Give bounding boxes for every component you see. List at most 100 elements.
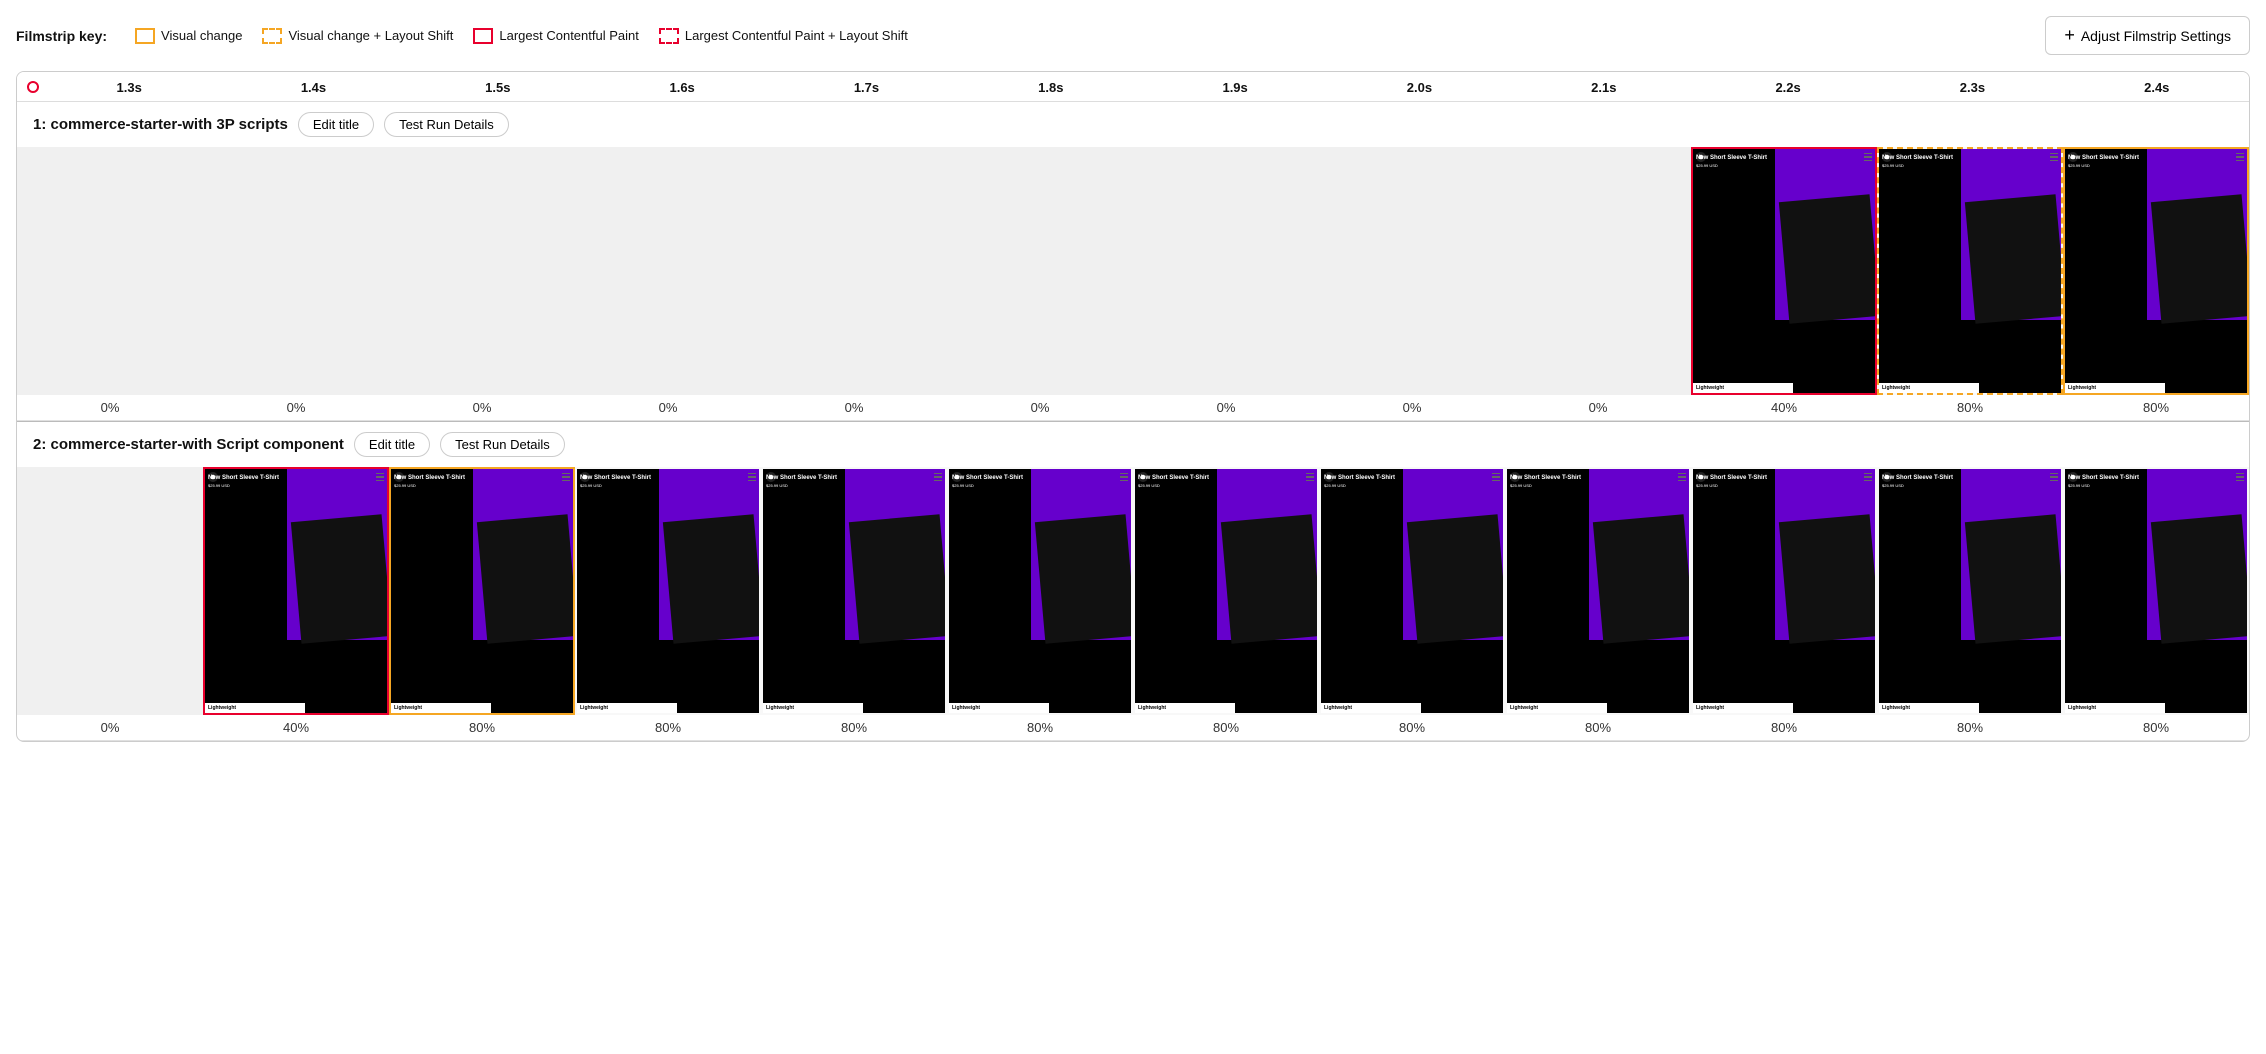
product-info-f2-7: New Short Sleeve T-Shirt $25.99 USD xyxy=(1135,473,1235,490)
product-card-f2-11: New Short Sleeve T-Shirt $25.99 USD Ligh… xyxy=(1879,469,2061,713)
product-price-f2-8: $25.99 USD xyxy=(1324,483,1418,488)
frame-cell-f1-8[interactable] xyxy=(1319,147,1505,395)
frame-cell-f1-9[interactable] xyxy=(1505,147,1691,395)
frame-cell-f2-2[interactable]: New Short Sleeve T-Shirt $25.99 USD Ligh… xyxy=(203,467,389,715)
product-price-f2-11: $25.99 USD xyxy=(1882,483,1976,488)
product-title-f2-4: New Short Sleeve T-Shirt xyxy=(580,475,674,482)
test-run-details-button-test-1[interactable]: Test Run Details xyxy=(384,112,509,137)
frame-cell-f2-9[interactable]: New Short Sleeve T-Shirt $25.99 USD Ligh… xyxy=(1505,467,1691,715)
product-card-f1-12: New Short Sleeve T-Shirt $25.99 USD Ligh… xyxy=(2065,149,2247,393)
product-shirt-img xyxy=(2151,514,2249,643)
frame-image-f2-5: New Short Sleeve T-Shirt $25.99 USD Ligh… xyxy=(761,467,947,715)
frame-image-f2-3: New Short Sleeve T-Shirt $25.99 USD Ligh… xyxy=(389,467,575,715)
product-info-f1-11: New Short Sleeve T-Shirt $25.99 USD xyxy=(1879,153,1979,170)
menu-line-2 xyxy=(1306,476,1314,478)
timeline-mark: 1.6s xyxy=(590,80,774,95)
menu-line-3 xyxy=(562,480,570,482)
frame-cell-f2-5[interactable]: New Short Sleeve T-Shirt $25.99 USD Ligh… xyxy=(761,467,947,715)
product-info-f1-10: New Short Sleeve T-Shirt $25.99 USD xyxy=(1693,153,1793,170)
percent-cell-f2-9: 80% xyxy=(1505,715,1691,740)
product-price-f2-3: $25.99 USD xyxy=(394,483,488,488)
product-title-f2-10: New Short Sleeve T-Shirt xyxy=(1696,475,1790,482)
product-card-f2-6: New Short Sleeve T-Shirt $25.99 USD Ligh… xyxy=(949,469,1131,713)
frame-cell-f1-2[interactable] xyxy=(203,147,389,395)
frame-image-f1-2 xyxy=(203,147,389,395)
frame-image-f1-4 xyxy=(575,147,761,395)
timeline-mark: 1.5s xyxy=(406,80,590,95)
product-info-f2-2: New Short Sleeve T-Shirt $25.99 USD xyxy=(205,473,305,490)
product-shirt-img xyxy=(1407,514,1505,643)
test-run-details-button-test-2[interactable]: Test Run Details xyxy=(440,432,565,457)
menu-line-2 xyxy=(1678,476,1686,478)
menu-line-2 xyxy=(2050,476,2058,478)
percent-cell-f2-12: 80% xyxy=(2063,715,2249,740)
percent-cell-f1-12: 80% xyxy=(2063,395,2249,420)
product-info-f2-8: New Short Sleeve T-Shirt $25.99 USD xyxy=(1321,473,1421,490)
legend-box-lcp-layout xyxy=(659,28,679,44)
frame-cell-f1-5[interactable] xyxy=(761,147,947,395)
menu-line-2 xyxy=(1492,476,1500,478)
product-info-f1-12: New Short Sleeve T-Shirt $25.99 USD xyxy=(2065,153,2165,170)
frame-cell-f1-6[interactable] xyxy=(947,147,1133,395)
menu-line-3 xyxy=(1306,480,1314,482)
product-info-f2-6: New Short Sleeve T-Shirt $25.99 USD xyxy=(949,473,1049,490)
frame-image-f2-12: New Short Sleeve T-Shirt $25.99 USD Ligh… xyxy=(2063,467,2249,715)
menu-lines xyxy=(1864,473,1872,482)
frame-cell-f2-6[interactable]: New Short Sleeve T-Shirt $25.99 USD Ligh… xyxy=(947,467,1133,715)
frame-cell-f1-7[interactable] xyxy=(1133,147,1319,395)
product-card-f2-4: New Short Sleeve T-Shirt $25.99 USD Ligh… xyxy=(577,469,759,713)
frame-cell-f2-10[interactable]: New Short Sleeve T-Shirt $25.99 USD Ligh… xyxy=(1691,467,1877,715)
menu-line-2 xyxy=(1864,476,1872,478)
legend-box-visual-change xyxy=(135,28,155,44)
percent-cell-f2-7: 80% xyxy=(1133,715,1319,740)
legend-item-visual-change-layout: Visual change + Layout Shift xyxy=(262,28,453,44)
menu-lines xyxy=(1120,473,1128,482)
frame-cell-f2-11[interactable]: New Short Sleeve T-Shirt $25.99 USD Ligh… xyxy=(1877,467,2063,715)
product-shirt-img xyxy=(1965,194,2063,323)
edit-title-button-test-2[interactable]: Edit title xyxy=(354,432,430,457)
legend-label-visual-change-layout: Visual change + Layout Shift xyxy=(288,28,453,43)
frame-cell-f2-7[interactable]: New Short Sleeve T-Shirt $25.99 USD Ligh… xyxy=(1133,467,1319,715)
frame-cell-f1-10[interactable]: New Short Sleeve T-Shirt $25.99 USD Ligh… xyxy=(1691,147,1877,395)
frame-cell-f2-8[interactable]: New Short Sleeve T-Shirt $25.99 USD Ligh… xyxy=(1319,467,1505,715)
menu-line-2 xyxy=(2050,156,2058,158)
plus-icon: + xyxy=(2064,25,2075,46)
frame-cell-f2-4[interactable]: New Short Sleeve T-Shirt $25.99 USD Ligh… xyxy=(575,467,761,715)
frame-cell-f2-1[interactable] xyxy=(17,467,203,715)
product-title-f2-9: New Short Sleeve T-Shirt xyxy=(1510,475,1604,482)
menu-line-1 xyxy=(2236,473,2244,475)
frame-cell-f2-3[interactable]: New Short Sleeve T-Shirt $25.99 USD Ligh… xyxy=(389,467,575,715)
frame-cell-f1-1[interactable] xyxy=(17,147,203,395)
legend-label-lcp: Largest Contentful Paint xyxy=(499,28,638,43)
product-card-f2-8: New Short Sleeve T-Shirt $25.99 USD Ligh… xyxy=(1321,469,1503,713)
timeline-mark: 2.1s xyxy=(1512,80,1696,95)
timeline-marks: 1.3s1.4s1.5s1.6s1.7s1.8s1.9s2.0s2.1s2.2s… xyxy=(37,80,2249,95)
product-price-f1-10: $25.99 USD xyxy=(1696,163,1790,168)
frame-image-f1-3 xyxy=(389,147,575,395)
product-price-f2-7: $25.99 USD xyxy=(1138,483,1232,488)
adjust-filmstrip-button[interactable]: + Adjust Filmstrip Settings xyxy=(2045,16,2250,55)
frame-cell-f2-12[interactable]: New Short Sleeve T-Shirt $25.99 USD Ligh… xyxy=(2063,467,2249,715)
frame-cell-f1-4[interactable] xyxy=(575,147,761,395)
frame-image-f2-4: New Short Sleeve T-Shirt $25.99 USD Ligh… xyxy=(575,467,761,715)
product-badge-f2-7: Lightweight xyxy=(1135,703,1235,713)
product-shirt-img xyxy=(477,514,575,643)
product-shirt-img xyxy=(2151,194,2249,323)
frame-image-f1-5 xyxy=(761,147,947,395)
product-title-f2-8: New Short Sleeve T-Shirt xyxy=(1324,475,1418,482)
legend-item-lcp: Largest Contentful Paint xyxy=(473,28,638,44)
frame-cell-f1-12[interactable]: New Short Sleeve T-Shirt $25.99 USD Ligh… xyxy=(2063,147,2249,395)
test-title-test-2: 2: commerce-starter-with Script componen… xyxy=(33,436,344,453)
percent-row-test-2: 0%40%80%80%80%80%80%80%80%80%80%80% xyxy=(17,715,2249,740)
percent-cell-f2-10: 80% xyxy=(1691,715,1877,740)
test-title-test-1: 1: commerce-starter-with 3P scripts xyxy=(33,116,288,133)
menu-line-3 xyxy=(376,480,384,482)
frame-image-f1-7 xyxy=(1133,147,1319,395)
percent-cell-f1-1: 0% xyxy=(17,395,203,420)
percent-cell-f1-5: 0% xyxy=(761,395,947,420)
edit-title-button-test-1[interactable]: Edit title xyxy=(298,112,374,137)
frame-cell-f1-3[interactable] xyxy=(389,147,575,395)
frame-cell-f1-11[interactable]: New Short Sleeve T-Shirt $25.99 USD Ligh… xyxy=(1877,147,2063,395)
percent-cell-f1-7: 0% xyxy=(1133,395,1319,420)
product-price-f1-11: $25.99 USD xyxy=(1882,163,1976,168)
